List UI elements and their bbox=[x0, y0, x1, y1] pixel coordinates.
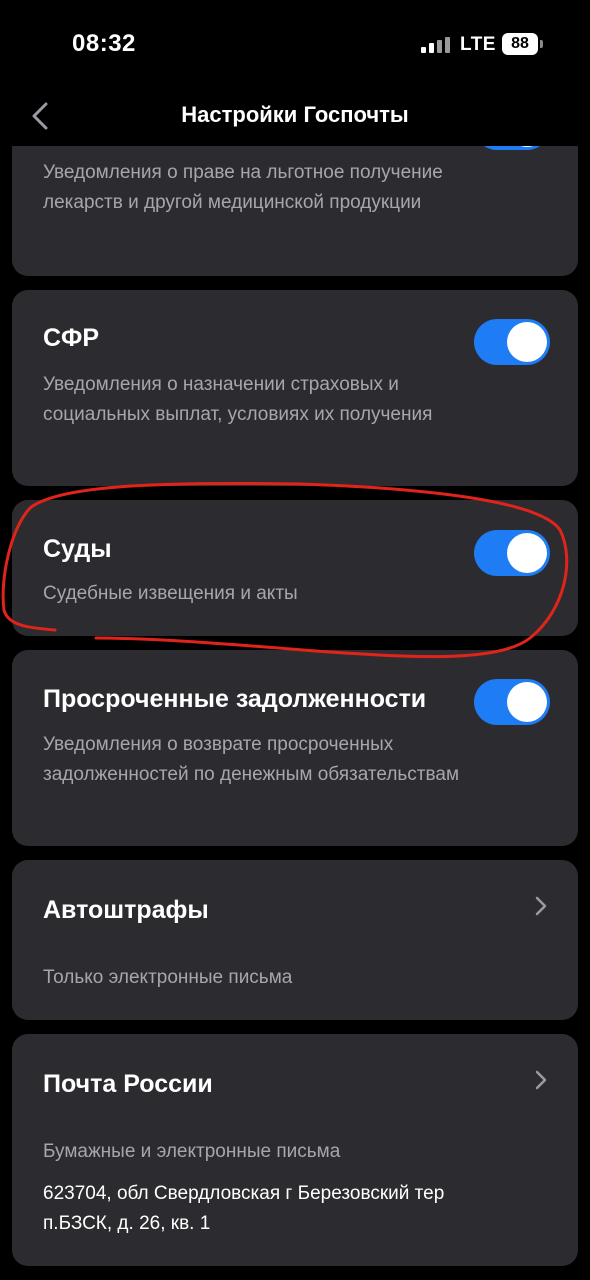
settings-card-sfr: СФР Уведомления о назначении страховых и… bbox=[12, 290, 578, 486]
chevron-right-icon bbox=[535, 896, 547, 916]
page-title: Настройки Госпочты bbox=[181, 102, 409, 127]
navigation-bar: Настройки Госпочты bbox=[0, 88, 590, 146]
card-description: Уведомления о праве на льготное получени… bbox=[43, 162, 443, 213]
toggle-knob bbox=[507, 146, 547, 147]
card-title: Суды bbox=[43, 535, 112, 563]
status-bar: 08:32 LTE 88 bbox=[0, 0, 590, 88]
card-title: Почта России bbox=[43, 1070, 213, 1098]
card-title: СФР bbox=[43, 324, 100, 352]
settings-card-car-fines[interactable]: Автоштрафы Только электронные письма bbox=[12, 860, 578, 1020]
battery-tip bbox=[540, 40, 543, 48]
card-description: Уведомления о назначении страховых и соц… bbox=[43, 374, 433, 425]
signal-strength-icon bbox=[421, 37, 450, 53]
toggle-overdue-debts[interactable] bbox=[474, 679, 550, 725]
card-description: Судебные извещения и акты bbox=[43, 583, 298, 604]
settings-list[interactable]: Уведомления о праве на льготное получени… bbox=[0, 146, 590, 1280]
settings-card-overdue-debts: Просроченные задолженности Уведомления о… bbox=[12, 650, 578, 846]
settings-card-russian-post[interactable]: Почта России Бумажные и электронные пись… bbox=[12, 1034, 578, 1266]
settings-card-medicine: Уведомления о праве на льготное получени… bbox=[12, 146, 578, 276]
toggle-knob bbox=[507, 533, 547, 573]
toggle-knob bbox=[507, 322, 547, 362]
clock: 08:32 bbox=[72, 30, 136, 57]
card-description: Бумажные и электронные письма bbox=[43, 1141, 341, 1162]
card-title: Просроченные задолженности bbox=[43, 685, 427, 713]
card-title: Автоштрафы bbox=[43, 896, 209, 924]
settings-card-courts: Суды Судебные извещения и акты bbox=[12, 500, 578, 636]
postal-address: 623704, обл Свердловская г Березовский т… bbox=[43, 1183, 445, 1234]
toggle-knob bbox=[507, 682, 547, 722]
network-type: LTE bbox=[460, 34, 496, 55]
card-description: Только электронные письма bbox=[43, 967, 293, 988]
toggle-medicine[interactable] bbox=[474, 146, 550, 150]
battery-icon: 88 bbox=[502, 33, 538, 55]
toggle-courts[interactable] bbox=[474, 530, 550, 576]
toggle-sfr[interactable] bbox=[474, 319, 550, 365]
card-description: Уведомления о возврате просроченных задо… bbox=[43, 734, 460, 785]
chevron-right-icon bbox=[535, 1070, 547, 1090]
